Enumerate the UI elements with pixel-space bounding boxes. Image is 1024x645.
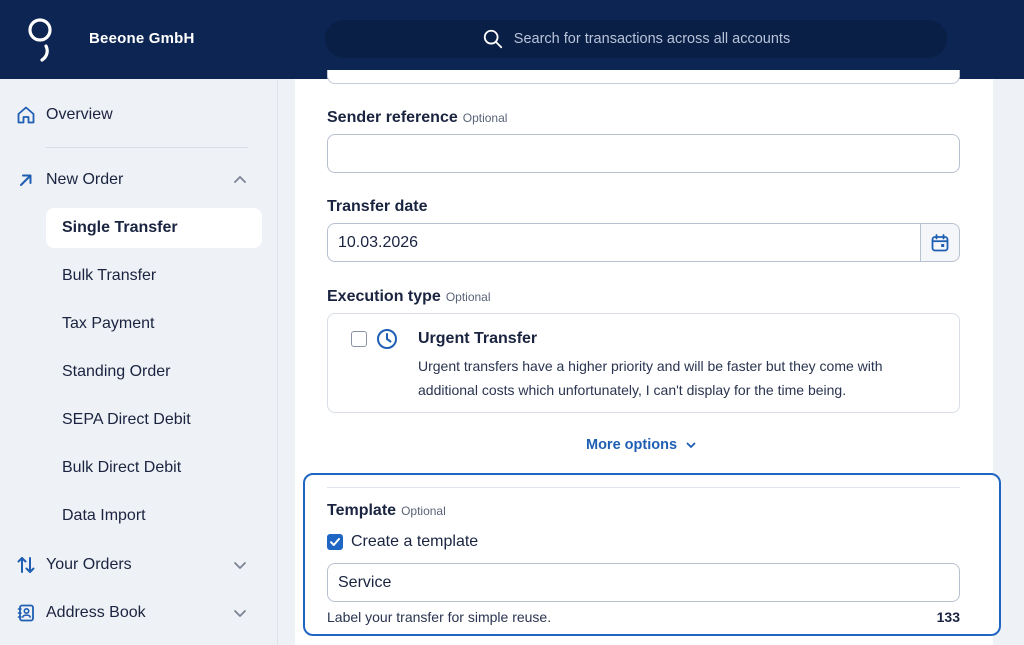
top-bar: Beeone GmbH Search for transactions acro… <box>0 0 1024 79</box>
transfer-date-input[interactable]: 10.03.2026 <box>327 223 921 262</box>
sidebar-subitem-single-transfer[interactable]: Single Transfer <box>46 208 262 248</box>
sidebar-subitem-data-import[interactable]: Data Import <box>46 496 262 536</box>
template-label: Template Optional <box>327 502 446 520</box>
chevron-up-icon[interactable] <box>232 172 248 188</box>
label-text: Template <box>327 502 397 519</box>
sidebar-item-label: New Order <box>46 171 124 188</box>
section-divider <box>327 487 960 488</box>
sidebar-item-overview[interactable]: Overview <box>0 97 278 133</box>
home-icon <box>17 106 35 124</box>
template-hint: Label your transfer for simple reuse. <box>327 609 552 625</box>
sidebar-divider <box>46 147 248 148</box>
urgent-transfer-description: Urgent transfers have a higher priority … <box>418 358 883 398</box>
swap-vertical-icon <box>17 557 35 573</box>
label-text: Sender reference <box>327 109 458 126</box>
chevron-down-icon[interactable] <box>232 605 248 621</box>
sidebar-subitem-bulk-direct-debit[interactable]: Bulk Direct Debit <box>46 448 262 488</box>
sender-reference-label: Sender reference Optional <box>327 109 507 127</box>
template-name-input[interactable]: Service <box>327 563 960 602</box>
sidebar-item-label: Your Orders <box>46 556 132 573</box>
sidebar-item-your-orders[interactable]: Your Orders <box>0 547 278 583</box>
chevron-down-icon <box>686 442 696 448</box>
search-icon <box>483 29 502 49</box>
arrow-up-right-icon <box>20 174 32 186</box>
sidebar-item-label: Address Book <box>46 604 146 621</box>
optional-tag: Optional <box>462 111 508 125</box>
logo-icon[interactable] <box>24 16 60 62</box>
create-template-label[interactable]: Create a template <box>351 533 478 551</box>
checkmark-icon <box>330 538 340 546</box>
character-counter: 133 <box>936 609 960 625</box>
more-options-button[interactable]: More options <box>586 437 697 453</box>
search-bar[interactable]: Search for transactions across all accou… <box>325 20 947 58</box>
address-book-icon <box>17 604 34 622</box>
urgent-transfer-title: Urgent Transfer <box>418 330 538 347</box>
sender-reference-input[interactable] <box>327 134 960 173</box>
optional-tag: Optional <box>401 504 446 518</box>
search-placeholder: Search for transactions across all accou… <box>513 31 791 47</box>
sidebar-item-label: Overview <box>46 106 113 123</box>
clock-icon <box>377 329 397 349</box>
date-picker-button[interactable] <box>920 223 960 262</box>
previous-field-input[interactable] <box>327 70 960 84</box>
execution-type-label: Execution type Optional <box>327 288 491 306</box>
company-name: Beeone GmbH <box>89 30 195 47</box>
sidebar-subitem-standing-order[interactable]: Standing Order <box>46 352 262 392</box>
sidebar-item-new-order[interactable]: New Order <box>0 162 278 198</box>
urgent-transfer-checkbox[interactable] <box>351 331 367 347</box>
label-text: Execution type <box>327 288 441 305</box>
sidebar-subitem-bulk-transfer[interactable]: Bulk Transfer <box>46 256 262 296</box>
calendar-icon <box>931 233 949 251</box>
chevron-down-icon[interactable] <box>232 557 248 573</box>
more-options-label: More options <box>586 437 678 453</box>
transfer-date-label: Transfer date <box>327 198 428 215</box>
sidebar-subitem-tax-payment[interactable]: Tax Payment <box>46 304 262 344</box>
sidebar-item-address-book[interactable]: Address Book <box>0 595 278 631</box>
optional-tag: Optional <box>445 290 491 304</box>
sidebar-subitem-sepa-direct-debit[interactable]: SEPA Direct Debit <box>46 400 262 440</box>
create-template-checkbox[interactable] <box>327 534 343 550</box>
